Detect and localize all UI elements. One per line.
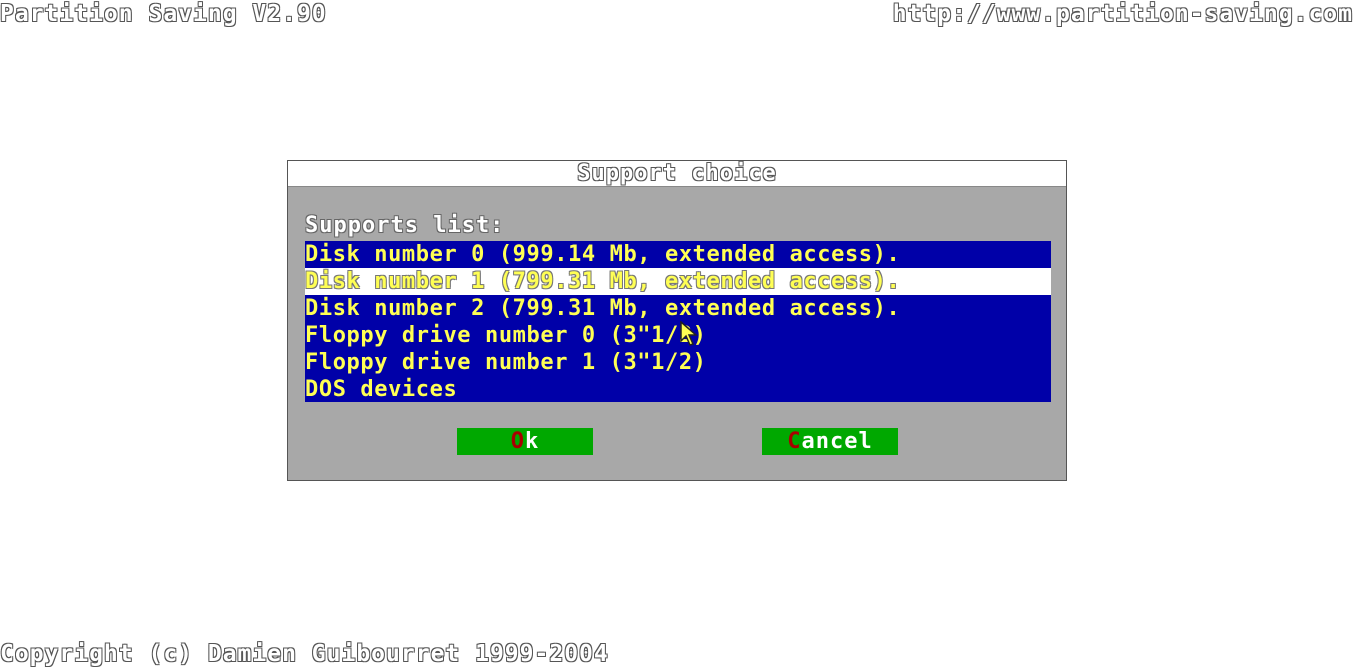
mouse-pointer-icon <box>680 321 698 346</box>
ok-hotkey: O <box>510 429 525 454</box>
list-item-floppy-0[interactable]: Floppy drive number 0 (3"1/2) <box>305 322 1051 349</box>
cancel-label-rest: ancel <box>801 429 873 454</box>
list-item-disk-0[interactable]: Disk number 0 (999.14 Mb, extended acces… <box>305 241 1051 268</box>
list-item-floppy-1[interactable]: Floppy drive number 1 (3"1/2) <box>305 349 1051 376</box>
website-url: http://www.partition-saving.com <box>892 1 1353 27</box>
ok-label-rest: k <box>525 429 540 454</box>
app-title: Partition Saving V2.90 <box>0 1 327 27</box>
cancel-hotkey: C <box>787 429 802 454</box>
supports-list-label: Supports list: <box>305 213 505 238</box>
ok-button[interactable]: Ok <box>457 428 593 455</box>
dialog-title: Support choice <box>288 161 1066 187</box>
support-choice-dialog: Support choice Supports list: Disk numbe… <box>287 160 1067 481</box>
list-item-dos-devices[interactable]: DOS devices <box>305 376 1051 403</box>
list-item-disk-1[interactable]: Disk number 1 (799.31 Mb, extended acces… <box>305 268 1051 295</box>
cancel-button[interactable]: Cancel <box>762 428 898 455</box>
list-item-disk-2[interactable]: Disk number 2 (799.31 Mb, extended acces… <box>305 295 1051 322</box>
copyright-text: Copyright (c) Damien Guibourret 1999-200… <box>0 641 609 667</box>
supports-list[interactable]: Disk number 0 (999.14 Mb, extended acces… <box>305 241 1051 402</box>
